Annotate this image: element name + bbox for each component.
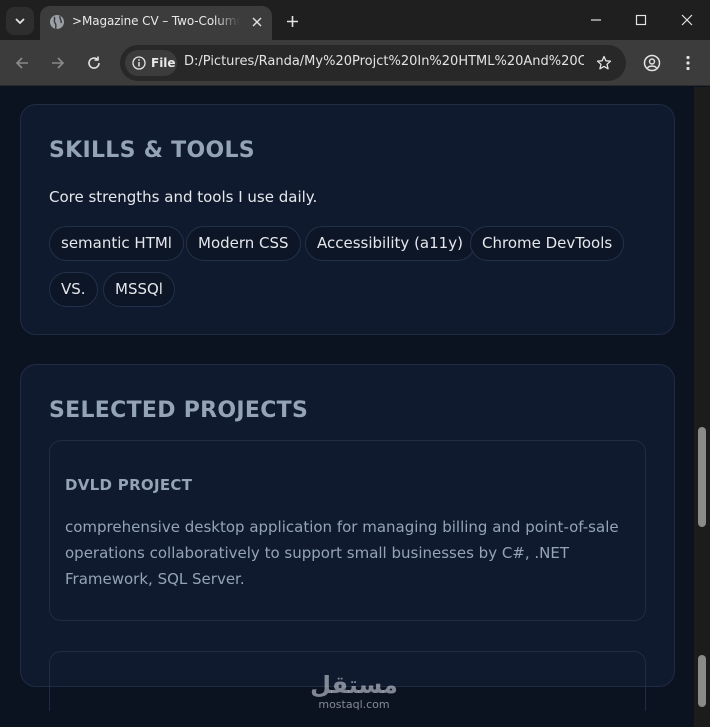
more-vertical-icon [686, 55, 690, 71]
site-info-label: File [151, 56, 176, 70]
reload-button[interactable] [80, 49, 108, 77]
projects-heading: SELECTED PROJECTS [49, 398, 309, 423]
chevron-down-icon [15, 18, 25, 25]
skills-intro: Core strengths and tools I use daily. [49, 188, 318, 206]
back-button[interactable] [8, 49, 36, 77]
skills-section: SKILLS & TOOLS Core strengths and tools … [20, 104, 675, 335]
bookmark-button[interactable] [594, 53, 614, 73]
skill-tag: semantic HTMl [49, 226, 184, 261]
site-info-chip[interactable]: File [125, 50, 177, 76]
close-icon [252, 17, 262, 27]
tab-title: >Magazine CV – Two-Column M [72, 14, 240, 28]
maximize-button[interactable] [618, 0, 664, 40]
active-tab[interactable]: >Magazine CV – Two-Column M [40, 6, 272, 40]
plus-icon [286, 15, 298, 27]
project-card: DVLD PROJECT comprehensive desktop appli… [49, 440, 646, 621]
reload-icon [88, 56, 100, 69]
profile-icon [643, 54, 661, 72]
star-icon [596, 55, 612, 70]
maximize-icon [635, 14, 647, 26]
project-title: DVLD PROJECT [65, 476, 193, 494]
skill-tag: VS. [49, 272, 98, 307]
skill-tag: Chrome DevTools [470, 226, 625, 261]
forward-button[interactable] [44, 49, 72, 77]
window-close-button[interactable] [664, 0, 710, 40]
minimize-button[interactable] [573, 0, 619, 40]
arrow-left-icon [15, 57, 28, 69]
skill-tag: Modern CSS [186, 226, 301, 261]
project-description: comprehensive desktop application for ma… [65, 518, 619, 588]
watermark-logo: مستقل [310, 671, 398, 699]
minimize-icon [591, 19, 601, 21]
skills-heading: SKILLS & TOOLS [49, 138, 255, 163]
tab-close-button[interactable] [248, 13, 266, 31]
tab-strip: >Magazine CV – Two-Column M [0, 0, 710, 40]
globe-icon [50, 15, 64, 30]
close-icon [681, 14, 693, 26]
skill-tag: MSSQl [103, 272, 175, 307]
watermark: مستقل mostaql.com [298, 672, 410, 712]
scrollbar-thumb[interactable] [698, 427, 706, 527]
url-text[interactable]: D:/Pictures/Randa/My%20Projct%20In%20HTM… [184, 54, 584, 72]
page-scrollbar[interactable] [694, 87, 710, 727]
arrow-right-icon [52, 57, 65, 69]
watermark-domain: mostaql.com [318, 698, 390, 711]
new-tab-button[interactable] [280, 9, 304, 33]
menu-button[interactable] [674, 49, 702, 77]
info-icon [132, 56, 146, 70]
skill-tag: Accessibility (a11y) [305, 226, 475, 261]
projects-section: SELECTED PROJECTS DVLD PROJECT comprehen… [20, 364, 675, 711]
page-viewport: SKILLS & TOOLS Core strengths and tools … [0, 87, 694, 727]
browser-window: >Magazine CV – Two-Column M File D:/Pict… [0, 0, 710, 727]
browser-toolbar: File D:/Pictures/Randa/My%20Projct%20In%… [0, 40, 710, 86]
address-bar[interactable]: File D:/Pictures/Randa/My%20Projct%20In%… [120, 45, 626, 81]
scrollbar-thumb-lower[interactable] [698, 655, 706, 707]
profile-button[interactable] [638, 49, 666, 77]
tab-search-button[interactable] [6, 7, 34, 35]
